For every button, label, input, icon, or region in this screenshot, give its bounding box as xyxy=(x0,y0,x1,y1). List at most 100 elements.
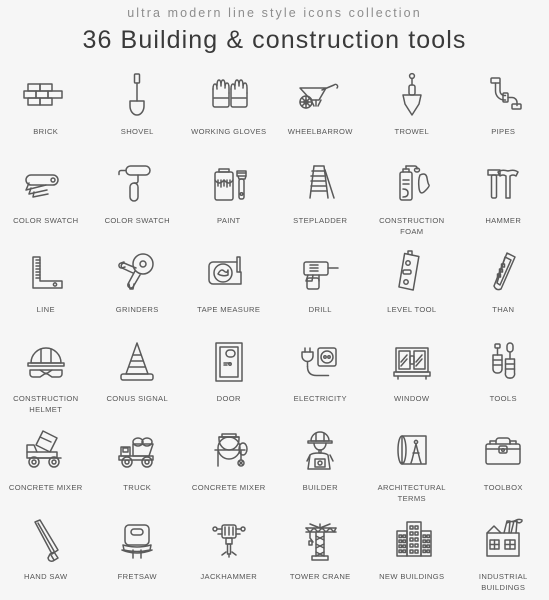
window-icon xyxy=(382,334,442,390)
icon-label: CONCRETE MIXER xyxy=(191,483,266,492)
icon-cell[interactable]: PIPES xyxy=(458,65,549,154)
poster-header: ultra modern line style icons collection… xyxy=(0,0,549,57)
icon-label: CONSTRUCTION FOAM xyxy=(379,216,445,236)
icon-label: NEW BUILDINGS xyxy=(379,572,445,581)
hammer-icon xyxy=(473,156,533,212)
icon-cell[interactable]: CONSTRUCTION HELMET xyxy=(0,332,92,421)
icon-cell[interactable]: INDUSTRIAL BUILDINGS xyxy=(458,510,549,599)
icon-label: SHOVEL xyxy=(120,127,154,136)
icon-cell[interactable]: TOWER CRANE xyxy=(275,510,367,599)
icon-label: COLOR SWATCH xyxy=(104,216,170,225)
icon-cell[interactable]: GRINDERS xyxy=(92,243,184,332)
icon-cell[interactable]: CONSTRUCTION FOAM xyxy=(366,154,458,243)
icon-label: BUILDER xyxy=(302,483,338,492)
icon-label: HAMMER xyxy=(485,216,522,225)
paint-can-brush-icon xyxy=(199,156,259,212)
icon-cell[interactable]: LEVEL TOOL xyxy=(366,243,458,332)
icon-label: TOOLS xyxy=(489,394,517,403)
angle-grinder-icon xyxy=(107,245,167,301)
hand-saw-icon xyxy=(16,512,76,568)
icon-label: ELECTRICITY xyxy=(293,394,347,403)
icon-cell[interactable]: PAINT xyxy=(183,154,275,243)
icon-cell[interactable]: WINDOW xyxy=(366,332,458,421)
icon-cell[interactable]: TAPE MEASURE xyxy=(183,243,275,332)
stepladder-icon xyxy=(290,156,350,212)
icon-label: COLOR SWATCH xyxy=(13,216,79,225)
icon-label: INDUSTRIAL BUILDINGS xyxy=(478,572,528,592)
poster-subtitle: ultra modern line style icons collection xyxy=(127,6,422,20)
construction-helmet-icon xyxy=(16,334,76,390)
icon-label: THAN xyxy=(492,305,515,314)
traffic-cone-icon xyxy=(107,334,167,390)
icon-cell[interactable]: CONCRETE MIXER xyxy=(183,421,275,510)
utility-knife-icon xyxy=(473,245,533,301)
wheelbarrow-icon xyxy=(290,67,350,123)
concrete-mixer-drum-icon xyxy=(199,423,259,479)
icon-cell[interactable]: TROWEL xyxy=(366,65,458,154)
icon-grid: BRICK SHOVEL WORKING GLOVES WHEELBARROW TROW… xyxy=(0,65,549,599)
icon-label: TAPE MEASURE xyxy=(197,305,261,314)
icon-cell[interactable]: BUILDER xyxy=(275,421,367,510)
icon-label: STEPLADDER xyxy=(293,216,348,225)
icon-label: DOOR xyxy=(216,394,241,403)
icon-label: WINDOW xyxy=(394,394,430,403)
icon-cell[interactable]: TOOLBOX xyxy=(458,421,549,510)
icon-cell[interactable]: CONUS SIGNAL xyxy=(92,332,184,421)
toolbox-icon xyxy=(473,423,533,479)
icon-cell[interactable]: DRILL xyxy=(275,243,367,332)
pipes-icon xyxy=(473,67,533,123)
icon-label: CONSTRUCTION HELMET xyxy=(13,394,79,414)
icon-cell[interactable]: DOOR xyxy=(183,332,275,421)
icon-cell[interactable]: WHEELBARROW xyxy=(275,65,367,154)
tape-measure-icon xyxy=(199,245,259,301)
door-icon xyxy=(199,334,259,390)
icon-cell[interactable]: ARCHITECTURAL TERMS xyxy=(366,421,458,510)
level-tool-icon xyxy=(382,245,442,301)
icon-cell[interactable]: HAND SAW xyxy=(0,510,92,599)
icon-label: TOWER CRANE xyxy=(289,572,351,581)
icon-label: FRETSAW xyxy=(117,572,157,581)
icon-cell[interactable]: BRICK xyxy=(0,65,92,154)
concrete-mixer-truck-icon xyxy=(16,423,76,479)
icon-cell[interactable]: TOOLS xyxy=(458,332,549,421)
icon-label: PIPES xyxy=(491,127,516,136)
icon-cell[interactable]: THAN xyxy=(458,243,549,332)
icon-label: LEVEL TOOL xyxy=(387,305,437,314)
icon-label: TOOLBOX xyxy=(483,483,523,492)
icon-cell[interactable]: COLOR SWATCH xyxy=(0,154,92,243)
icon-cell[interactable]: LINE xyxy=(0,243,92,332)
icon-label: HAND SAW xyxy=(24,572,68,581)
page-title: 36 Building & construction tools xyxy=(82,26,467,54)
tower-crane-icon xyxy=(290,512,350,568)
drill-icon xyxy=(290,245,350,301)
icon-label: GRINDERS xyxy=(115,305,159,314)
icon-cell[interactable]: SHOVEL xyxy=(92,65,184,154)
icon-cell[interactable]: COLOR SWATCH xyxy=(92,154,184,243)
color-swatch-fan-icon xyxy=(16,156,76,212)
icon-label: PAINT xyxy=(216,216,241,225)
builder-icon xyxy=(290,423,350,479)
icon-cell[interactable]: STEPLADDER xyxy=(275,154,367,243)
icon-label: ARCHITECTURAL TERMS xyxy=(377,483,446,503)
brick-icon xyxy=(16,67,76,123)
icon-cell[interactable]: JACKHAMMER xyxy=(183,510,275,599)
icon-cell[interactable]: TRUCK xyxy=(92,421,184,510)
dump-truck-icon xyxy=(107,423,167,479)
icon-cell[interactable]: CONCRETE MIXER xyxy=(0,421,92,510)
paint-roller-icon xyxy=(107,156,167,212)
industrial-buildings-icon xyxy=(473,512,533,568)
icon-cell[interactable]: ELECTRICITY xyxy=(275,332,367,421)
icon-label: BRICK xyxy=(33,127,59,136)
icon-cell[interactable]: FRETSAW xyxy=(92,510,184,599)
icon-cell[interactable]: HAMMER xyxy=(458,154,549,243)
new-buildings-icon xyxy=(382,512,442,568)
icon-label: WHEELBARROW xyxy=(287,127,353,136)
jackhammer-icon xyxy=(199,512,259,568)
icon-label: LINE xyxy=(36,305,55,314)
icon-label: DRILL xyxy=(308,305,332,314)
icon-label: WORKING GLOVES xyxy=(191,127,267,136)
icon-label: JACKHAMMER xyxy=(200,572,258,581)
icon-label: CONCRETE MIXER xyxy=(8,483,83,492)
icon-cell[interactable]: WORKING GLOVES xyxy=(183,65,275,154)
icon-cell[interactable]: NEW BUILDINGS xyxy=(366,510,458,599)
